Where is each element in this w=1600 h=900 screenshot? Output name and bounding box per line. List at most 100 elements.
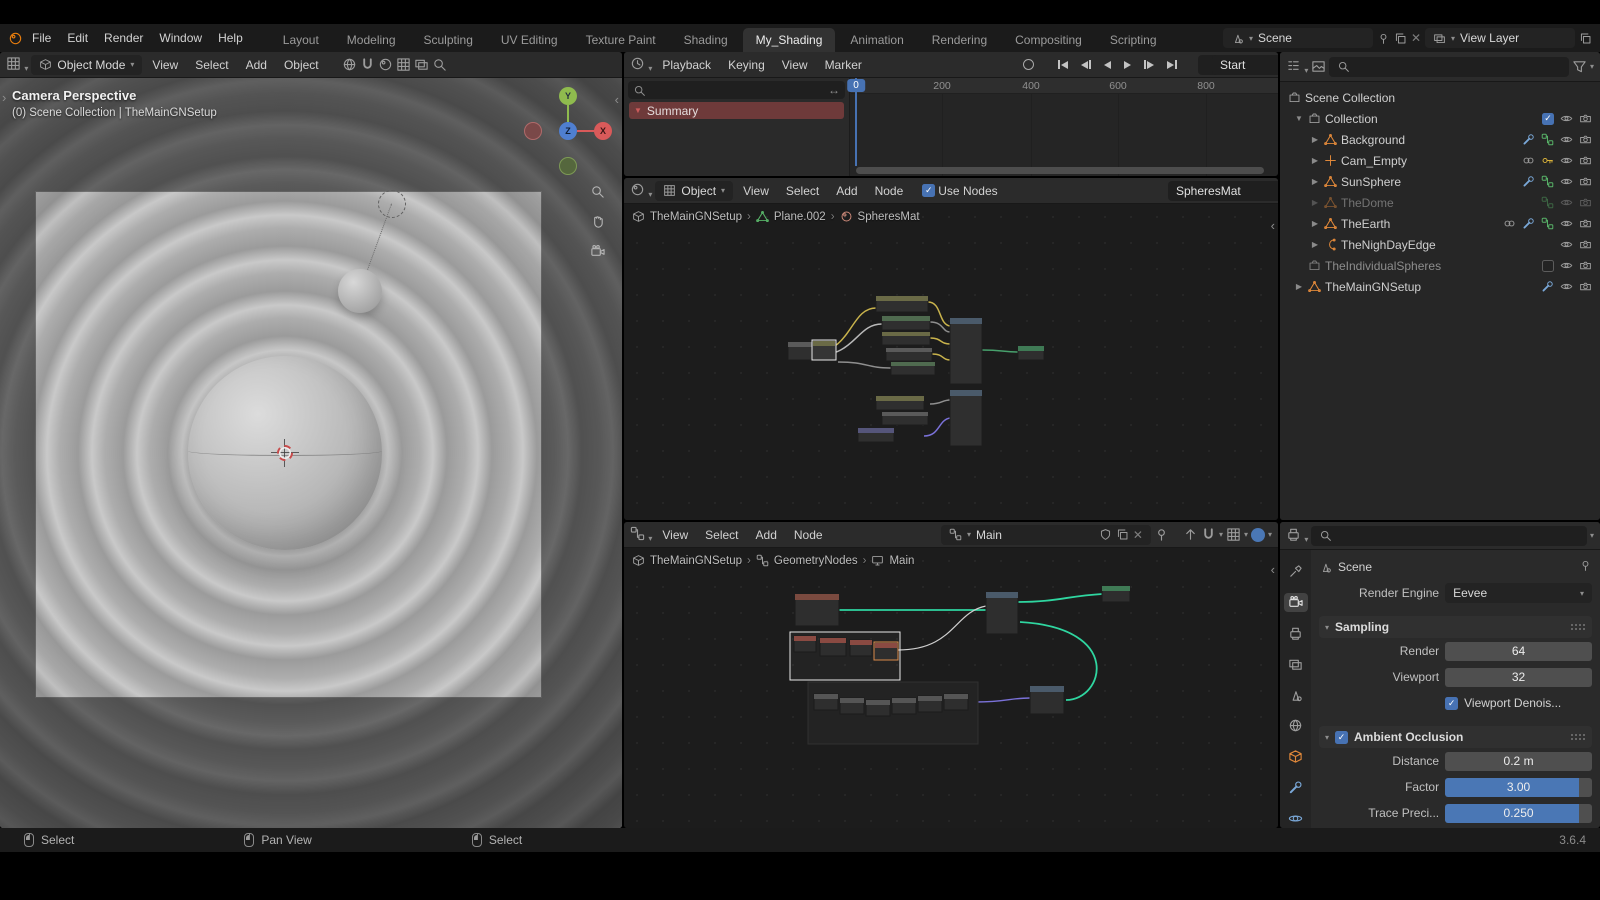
display-mode-icon[interactable]: [1311, 59, 1326, 74]
play-reverse-button[interactable]: [1099, 58, 1116, 72]
menu-help[interactable]: Help: [211, 28, 250, 48]
workspace-tab-modeling[interactable]: Modeling: [334, 28, 409, 52]
disclosure-icon[interactable]: ▶: [1310, 240, 1320, 249]
node[interactable]: [882, 332, 930, 345]
panel-grip-icon[interactable]: [1570, 623, 1586, 632]
camera-icon[interactable]: [1579, 280, 1592, 293]
node[interactable]: [882, 316, 930, 330]
constraint-icon[interactable]: [1522, 154, 1535, 167]
view-layer-selector[interactable]: ▾ View Layer: [1425, 28, 1575, 48]
disclosure-icon[interactable]: ▶: [1310, 177, 1320, 186]
denoise-checkbox[interactable]: ✓: [1445, 697, 1458, 710]
outliner-row-collection[interactable]: ▼ Collection ✓: [1280, 108, 1600, 129]
disclosure-icon[interactable]: ▶: [1310, 219, 1320, 228]
material-name-field[interactable]: SpheresMat: [1168, 181, 1278, 201]
tab-tool[interactable]: [1284, 562, 1308, 581]
start-frame-field[interactable]: Start: [1212, 55, 1278, 75]
jump-to-start-button[interactable]: [1053, 57, 1073, 72]
ao-trace-field[interactable]: 0.250: [1445, 804, 1592, 823]
viewport-samples-field[interactable]: 32: [1445, 668, 1592, 687]
menu-node[interactable]: Node: [787, 525, 830, 545]
properties-search-input[interactable]: [1311, 526, 1587, 546]
scene-selector[interactable]: ▾ Scene: [1223, 28, 1373, 48]
geometry-nodes-icon[interactable]: [1541, 133, 1554, 146]
proportional-edit-icon[interactable]: [378, 57, 393, 72]
gizmo-y-axis[interactable]: Y: [559, 87, 577, 105]
gizmo-z-axis[interactable]: Z: [559, 122, 577, 140]
snap-magnet-icon[interactable]: [1201, 527, 1216, 542]
modifier-wrench-icon[interactable]: [1522, 133, 1535, 146]
sidebar-toggle-icon[interactable]: ‹: [615, 92, 619, 107]
outliner-search-input[interactable]: [1329, 57, 1569, 77]
modifier-wrench-icon[interactable]: [1541, 280, 1554, 293]
menu-marker[interactable]: Marker: [818, 55, 869, 75]
disclosure-icon[interactable]: ▶: [1310, 198, 1320, 207]
workspace-tab-sculpting[interactable]: Sculpting: [411, 28, 486, 52]
tab-render[interactable]: [1284, 593, 1308, 612]
node[interactable]: [866, 700, 890, 716]
outliner-row-thedome[interactable]: ▶ TheDome: [1280, 192, 1600, 213]
node-selected[interactable]: [812, 340, 836, 360]
menu-window[interactable]: Window: [152, 28, 209, 48]
outliner-row-cam-empty[interactable]: ▶ Cam_Empty: [1280, 150, 1600, 171]
node[interactable]: [876, 296, 928, 312]
node[interactable]: [820, 638, 846, 656]
menu-render[interactable]: Render: [97, 28, 150, 48]
outliner-row-thenighdayedge[interactable]: ▶ TheNighDayEdge: [1280, 234, 1600, 255]
menu-select[interactable]: Select: [188, 55, 235, 75]
pin-icon[interactable]: [1579, 559, 1592, 572]
menu-node[interactable]: Node: [868, 181, 911, 201]
camera-icon[interactable]: [1579, 154, 1592, 167]
collapse-icon[interactable]: ▾: [1325, 733, 1329, 742]
node[interactable]: [986, 592, 1018, 634]
tab-world[interactable]: [1284, 716, 1308, 735]
next-keyframe-button[interactable]: [1139, 57, 1159, 72]
node[interactable]: [1030, 686, 1064, 714]
sidebar-toggle-icon[interactable]: ‹: [1271, 562, 1275, 577]
menu-file[interactable]: File: [25, 28, 58, 48]
pin-icon[interactable]: [1377, 32, 1390, 45]
summary-channel[interactable]: ▼ Summary: [629, 102, 844, 119]
outliner-row-themaingnsetup[interactable]: ▶ TheMainGNSetup: [1280, 276, 1600, 297]
sampling-panel-header[interactable]: ▾ Sampling: [1319, 616, 1592, 638]
node[interactable]: [795, 594, 839, 626]
geometry-nodes-icon[interactable]: [1541, 196, 1554, 209]
outliner-row-theearth[interactable]: ▶ TheEarth: [1280, 213, 1600, 234]
pan-hand-icon[interactable]: [590, 214, 605, 229]
workspace-tab-scripting[interactable]: Scripting: [1097, 28, 1170, 52]
node[interactable]: [891, 362, 935, 375]
node-output[interactable]: [1018, 346, 1044, 360]
node[interactable]: [858, 428, 894, 442]
eye-icon[interactable]: [1560, 280, 1573, 293]
filter-funnel-icon[interactable]: [1572, 59, 1587, 74]
eye-icon[interactable]: [1560, 175, 1573, 188]
tab-object[interactable]: [1284, 747, 1308, 766]
workspace-tab-shading[interactable]: Shading: [671, 28, 741, 52]
disclosure-icon[interactable]: ▼: [1294, 114, 1304, 123]
node[interactable]: [850, 640, 872, 656]
prev-keyframe-button[interactable]: [1076, 57, 1096, 72]
camera-icon[interactable]: [1579, 175, 1592, 188]
jump-to-end-button[interactable]: [1162, 57, 1182, 72]
camera-icon[interactable]: [1579, 259, 1592, 272]
eye-icon[interactable]: [1560, 217, 1573, 230]
gizmo-neg-y-axis[interactable]: [559, 157, 577, 175]
editor-type-timeline[interactable]: ▾: [630, 56, 652, 74]
editor-type-viewport[interactable]: ▾: [6, 56, 28, 74]
disclosure-icon[interactable]: ▶: [1310, 156, 1320, 165]
unlink-icon[interactable]: ✕: [1133, 528, 1143, 542]
new-scene-icon[interactable]: [1394, 32, 1407, 45]
node[interactable]: [882, 412, 928, 425]
menu-keying[interactable]: Keying: [721, 55, 772, 75]
node[interactable]: [814, 694, 838, 710]
node[interactable]: [944, 694, 968, 710]
tab-view-layer[interactable]: [1284, 655, 1308, 674]
menu-add[interactable]: Add: [749, 525, 784, 545]
node-group-selector[interactable]: ▾ Main ✕: [941, 525, 1151, 545]
camera-icon[interactable]: [1579, 217, 1592, 230]
menu-edit[interactable]: Edit: [60, 28, 95, 48]
eye-icon[interactable]: [1560, 196, 1573, 209]
overlays-toggle-icon[interactable]: [1251, 528, 1265, 542]
collection-checkbox[interactable]: [1542, 260, 1554, 272]
shading-mode-icon[interactable]: [396, 57, 411, 72]
